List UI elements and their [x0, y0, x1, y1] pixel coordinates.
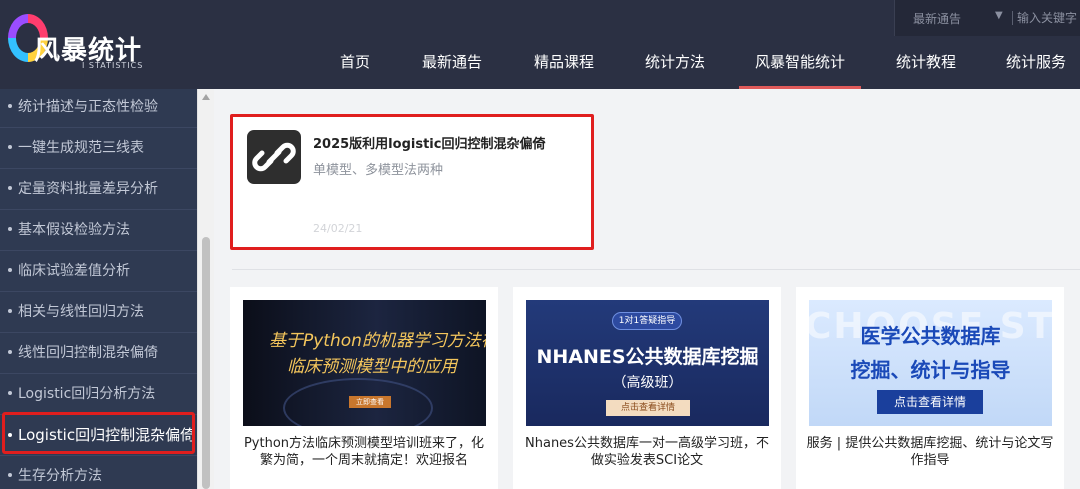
banner-headline-2: 临床预测模型中的应用 — [287, 357, 457, 377]
nav-item-home[interactable]: 首页 — [324, 36, 386, 89]
sidebar-scrollbar[interactable] — [197, 89, 214, 489]
nav-item-tutorials[interactable]: 统计教程 — [888, 36, 964, 89]
bullet-icon — [8, 268, 12, 272]
featured-article-date: 24/02/21 — [313, 222, 363, 235]
featured-article-card[interactable]: 2025版利用logistic回归控制混杂偏倚 单模型、多模型法两种 24/02… — [230, 114, 594, 250]
banner-headline: NHANES公共数据库挖掘 — [536, 346, 759, 368]
bullet-icon — [8, 309, 12, 313]
sidebar-item-survival-analysis[interactable]: 生存分析方法 — [0, 456, 197, 489]
notice-dropdown-label[interactable]: 最新通告 — [913, 10, 961, 27]
sidebar-item-three-line-table[interactable]: 一键生成规范三线表 — [0, 128, 197, 169]
bullet-icon — [8, 186, 12, 190]
nav-item-smart-statistics[interactable]: 风暴智能统计 — [739, 36, 861, 89]
site-header: 风暴统计 I STATISTICS 最新通告 ▼ 首页 最新通告 精品课程 统计… — [0, 0, 1080, 89]
active-item-highlight — [2, 412, 195, 454]
promo-card-caption[interactable]: Python方法临床预测模型培训班来了，化繁为简，一个周末就搞定！欢迎报名 — [240, 435, 488, 469]
nav-item-statistical-methods[interactable]: 统计方法 — [637, 36, 713, 89]
promo-card-database-service[interactable]: CHOOSE ST 医学公共数据库 挖掘、统计与指导 点击查看详情 服务 | 提… — [796, 287, 1064, 489]
bullet-icon — [8, 350, 12, 354]
site-logo[interactable]: 风暴统计 I STATISTICS — [8, 10, 168, 78]
sidebar-item-hypothesis-tests[interactable]: 基本假设检验方法 — [0, 210, 197, 251]
sidebar-item-label: 统计描述与正态性检验 — [18, 99, 158, 115]
banner-details-button[interactable]: 点击查看详情 — [877, 390, 983, 414]
sidebar-item-label: 一键生成规范三线表 — [18, 140, 144, 156]
chevron-down-icon[interactable]: ▼ — [995, 10, 1003, 21]
scroll-up-arrow-icon[interactable] — [202, 94, 210, 100]
banner-badge: 1对1答疑指导 — [612, 312, 682, 330]
promo-card-nhanes[interactable]: 1对1答疑指导 NHANES公共数据库挖掘 （高级班） 点击查看详情 Nhane… — [513, 287, 781, 489]
promo-card-caption[interactable]: Nhanes公共数据库一对一高级学习班，不做实验发表SCI论文 — [523, 435, 771, 469]
promo-banner-database[interactable]: CHOOSE ST 医学公共数据库 挖掘、统计与指导 点击查看详情 — [809, 300, 1052, 426]
banner-headline-1: 基于Python的机器学习方法在 — [269, 331, 486, 351]
section-divider — [232, 269, 1080, 270]
promo-banner-python[interactable]: 基于Python的机器学习方法在 临床预测模型中的应用 立即查看 — [243, 300, 486, 426]
nav-item-premium-courses[interactable]: 精品课程 — [526, 36, 602, 89]
sidebar-item-label: Logistic回归分析方法 — [18, 386, 156, 402]
nav-item-latest-notice[interactable]: 最新通告 — [414, 36, 490, 89]
sidebar-item-label: 线性回归控制混杂偏倚 — [18, 345, 158, 361]
link-icon — [247, 130, 301, 184]
sidebar-item-label: 生存分析方法 — [18, 468, 102, 484]
search-input[interactable] — [1017, 6, 1080, 30]
sidebar-item-logistic-methods[interactable]: Logistic回归分析方法 — [0, 374, 197, 415]
bullet-icon — [8, 473, 12, 477]
promo-banner-nhanes[interactable]: 1对1答疑指导 NHANES公共数据库挖掘 （高级班） 点击查看详情 — [526, 300, 769, 426]
banner-headline-1: 医学公共数据库 — [860, 324, 1001, 348]
promo-card-caption[interactable]: 服务 | 提供公共数据库挖掘、统计与论文写作指导 — [806, 435, 1054, 469]
banner-headline-2: 挖掘、统计与指导 — [850, 358, 1011, 382]
top-utility-bar: 最新通告 ▼ — [894, 0, 1080, 36]
sidebar-item-label: 定量资料批量差异分析 — [18, 181, 158, 197]
scroll-thumb[interactable] — [202, 237, 210, 489]
banner-view-button[interactable]: 立即查看 — [349, 396, 391, 408]
sidebar-item-clinical-trial-diff[interactable]: 临床试验差值分析 — [0, 251, 197, 292]
bullet-icon — [8, 391, 12, 395]
banner-details-button[interactable]: 点击查看详情 — [606, 400, 690, 416]
bullet-icon — [8, 104, 12, 108]
bullet-icon — [8, 227, 12, 231]
sidebar-item-linear-confounding[interactable]: 线性回归控制混杂偏倚 — [0, 333, 197, 374]
featured-article-title[interactable]: 2025版利用logistic回归控制混杂偏倚 — [313, 133, 545, 152]
promo-card-python[interactable]: 基于Python的机器学习方法在 临床预测模型中的应用 立即查看 Python方… — [230, 287, 498, 489]
banner-level: （高级班） — [612, 375, 683, 391]
featured-article-subtitle: 单模型、多模型法两种 — [313, 163, 444, 178]
sidebar-item-label: 基本假设检验方法 — [18, 222, 130, 238]
logo-subtitle: I STATISTICS — [82, 61, 144, 70]
bullet-icon — [8, 145, 12, 149]
topbar-divider — [1012, 11, 1013, 25]
sidebar-item-batch-difference[interactable]: 定量资料批量差异分析 — [0, 169, 197, 210]
sidebar-item-label: 临床试验差值分析 — [18, 263, 130, 279]
sidebar-item-correlation-regression[interactable]: 相关与线性回归方法 — [0, 292, 197, 333]
nav-item-services[interactable]: 统计服务 — [998, 36, 1074, 89]
sidebar-item-descriptive-stats[interactable]: 统计描述与正态性检验 — [0, 89, 197, 128]
sidebar-item-label: 相关与线性回归方法 — [18, 304, 144, 320]
main-content: 2025版利用logistic回归控制混杂偏倚 单模型、多模型法两种 24/02… — [214, 89, 1080, 489]
